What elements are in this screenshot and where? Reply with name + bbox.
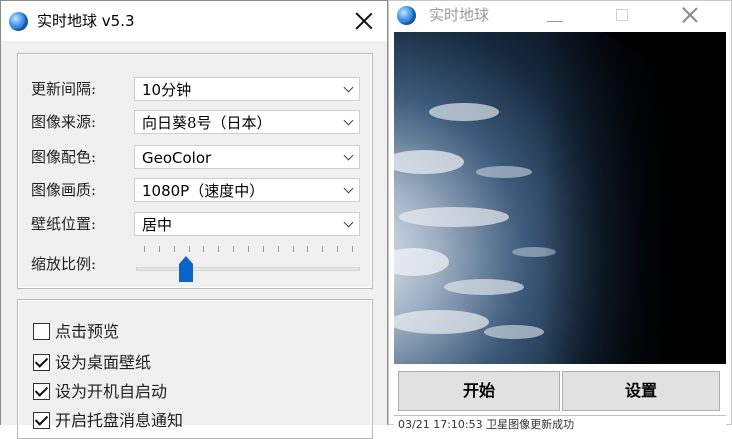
image-quality-label: 图像画质: (31, 181, 97, 199)
zoom-slider-thumb[interactable] (178, 255, 194, 283)
image-color-label: 图像配色: (31, 148, 97, 166)
wallpaper-position-select[interactable]: 居中 (134, 212, 360, 236)
close-icon[interactable] (353, 10, 375, 32)
tray-notify-label: 开启托盘消息通知 (55, 411, 184, 430)
slider-tick (337, 246, 339, 252)
preview-window: 实时地球 开始 设置 03/21 17:10:53 卫星图像更新成功 (388, 0, 732, 430)
preview-titlebar[interactable]: 实时地球 (389, 1, 731, 32)
minimize-icon[interactable] (547, 21, 563, 22)
slider-tick (352, 246, 353, 252)
settings-titlebar[interactable]: 实时地球 v5.3 (1, 1, 387, 41)
slider-tick (158, 246, 160, 252)
chevron-down-icon (345, 86, 353, 94)
slider-tick (233, 246, 235, 252)
slider-tick (144, 246, 145, 252)
earth-icon (9, 12, 28, 31)
autostart-label: 设为开机自启动 (55, 382, 168, 401)
maximize-icon[interactable] (616, 9, 628, 21)
image-color-value: GeoColor (142, 149, 212, 167)
image-color-select[interactable]: GeoColor (134, 145, 360, 169)
start-button[interactable]: 开始 (398, 371, 560, 411)
settings-window: 实时地球 v5.3 更新间隔: 10分钟 图像来源: 向日葵8号（日本） 图像配… (0, 0, 388, 439)
zoom-slider-track[interactable] (136, 267, 360, 271)
slider-tick (262, 246, 264, 252)
slider-tick (218, 246, 220, 252)
autostart-checkbox[interactable] (33, 383, 50, 400)
wallpaper-position-value: 居中 (142, 216, 173, 234)
chevron-down-icon (345, 119, 353, 127)
chevron-down-icon (345, 221, 353, 229)
image-quality-select[interactable]: 1080P（速度中） (134, 178, 360, 202)
chevron-down-icon (345, 154, 353, 162)
slider-tick (277, 246, 279, 252)
status-bar: 03/21 17:10:53 卫星图像更新成功 (394, 415, 726, 430)
settings-window-title: 实时地球 v5.3 (37, 12, 135, 30)
click-preview-label: 点击预览 (55, 322, 120, 341)
preview-window-title: 实时地球 (429, 6, 490, 24)
tray-notify-checkbox[interactable] (33, 412, 50, 429)
update-interval-select[interactable]: 10分钟 (134, 77, 360, 101)
update-interval-label: 更新间隔: (31, 80, 97, 98)
wallpaper-position-label: 壁纸位置: (31, 215, 97, 233)
image-quality-value: 1080P（速度中） (142, 182, 265, 200)
earth-image (394, 32, 726, 364)
earth-icon (397, 6, 416, 25)
image-source-value: 向日葵8号（日本） (142, 114, 272, 132)
slider-tick (203, 246, 205, 252)
set-wallpaper-label: 设为桌面壁纸 (55, 353, 152, 372)
zoom-label: 缩放比例: (31, 255, 97, 273)
update-interval-value: 10分钟 (142, 81, 192, 99)
settings-button[interactable]: 设置 (562, 371, 720, 411)
click-preview-checkbox[interactable] (33, 323, 50, 340)
chevron-down-icon (345, 187, 353, 195)
image-source-label: 图像来源: (31, 113, 97, 131)
slider-tick (322, 246, 324, 252)
slider-tick (173, 246, 175, 252)
slider-tick (188, 246, 190, 252)
close-icon[interactable] (679, 5, 701, 27)
slider-tick (248, 246, 249, 252)
image-source-select[interactable]: 向日葵8号（日本） (134, 110, 360, 134)
slider-tick (307, 246, 309, 252)
set-wallpaper-checkbox[interactable] (33, 354, 50, 371)
slider-tick (292, 246, 294, 252)
